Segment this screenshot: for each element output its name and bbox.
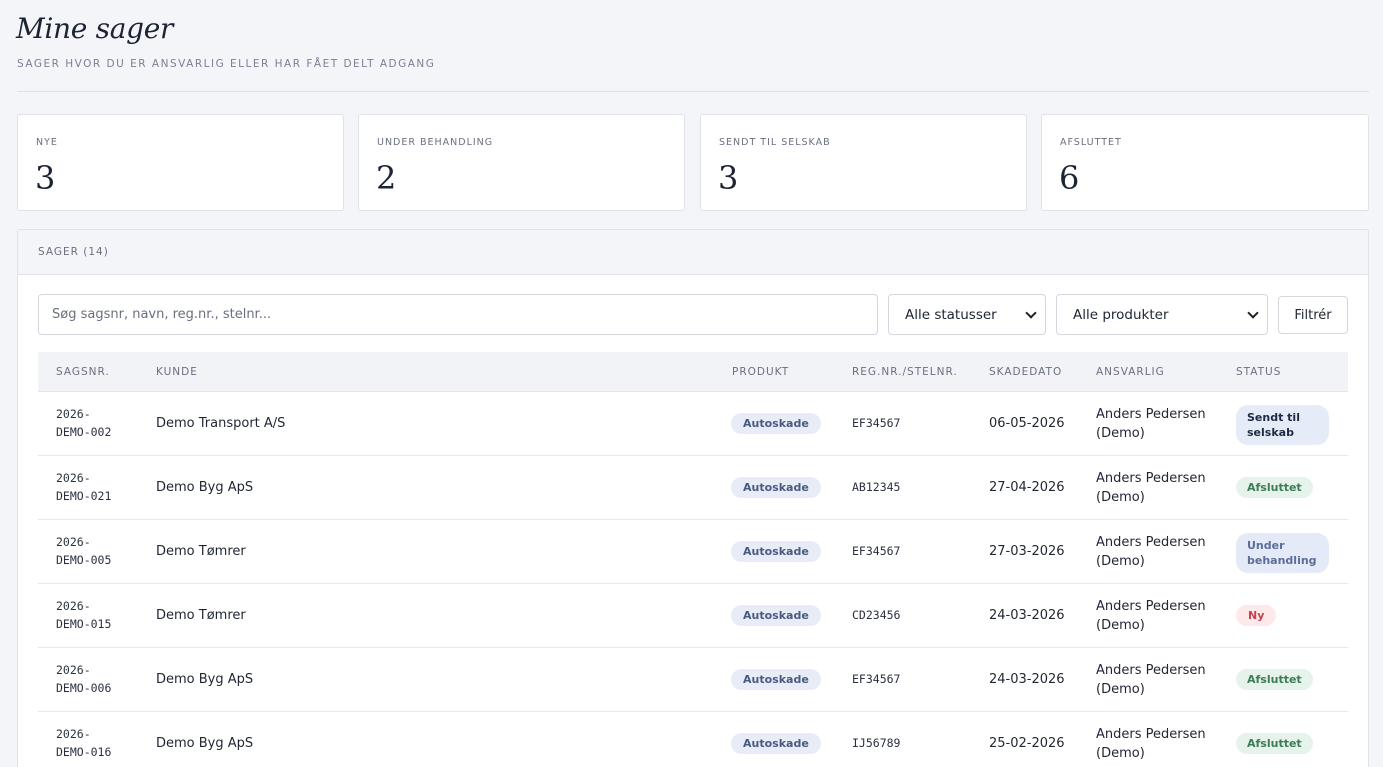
table-header: SAGSNR. KUNDE PRODUKT REG.NR./STELNR. SK…: [38, 352, 1348, 392]
customer-name: Demo Byg ApS: [156, 480, 254, 495]
table-row[interactable]: 2026- DEMO-002 Demo Transport A/S Autosk…: [38, 392, 1348, 456]
status-badge: Sendt til selskab: [1236, 405, 1329, 445]
product-badge: Autoskade: [731, 605, 821, 626]
th-status[interactable]: STATUS: [1236, 366, 1281, 378]
stat-value: 2: [376, 159, 397, 197]
filter-button[interactable]: Filtrér: [1278, 296, 1348, 334]
th-damage-date[interactable]: SKADEDATO: [989, 366, 1062, 378]
customer-name: Demo Tømrer: [156, 608, 246, 623]
stat-value: 6: [1059, 159, 1080, 197]
customer-name: Demo Byg ApS: [156, 672, 254, 687]
case-no[interactable]: 2026- DEMO-021: [56, 469, 111, 505]
damage-date: 24-03-2026: [989, 672, 1065, 687]
th-customer[interactable]: KUNDE: [156, 366, 198, 378]
status-badge: Under behandling: [1236, 533, 1329, 573]
reg-number: IJ56789: [852, 736, 901, 750]
damage-date: 24-03-2026: [989, 608, 1065, 623]
responsible: Anders Pedersen (Demo): [1096, 471, 1206, 505]
table-row[interactable]: 2026- DEMO-021 Demo Byg ApS Autoskade AB…: [38, 456, 1348, 520]
reg-number: EF34567: [852, 672, 901, 686]
product-select[interactable]: Alle produkter: [1056, 294, 1268, 335]
product-badge: Autoskade: [731, 669, 821, 690]
case-no[interactable]: 2026- DEMO-016: [56, 725, 111, 761]
status-badge: Afsluttet: [1236, 733, 1313, 754]
table-row[interactable]: 2026- DEMO-015 Demo Tømrer Autoskade CD2…: [38, 584, 1348, 648]
page-title: Mine sager: [16, 12, 174, 45]
stat-value: 3: [35, 159, 56, 197]
cases-panel: SAGER (14) Alle statusser Alle produkter…: [17, 229, 1369, 767]
status-badge: Ny: [1236, 605, 1277, 626]
reg-number: CD23456: [852, 608, 901, 622]
page-subtitle: SAGER HVOR DU ER ANSVARLIG ELLER HAR FÅE…: [17, 58, 436, 70]
customer-name: Demo Tømrer: [156, 544, 246, 559]
damage-date: 27-03-2026: [989, 544, 1065, 559]
search-input[interactable]: [38, 294, 878, 335]
th-case-no[interactable]: SAGSNR.: [56, 366, 110, 378]
product-badge: Autoskade: [731, 541, 821, 562]
table-row[interactable]: 2026- DEMO-016 Demo Byg ApS Autoskade IJ…: [38, 712, 1348, 767]
damage-date: 27-04-2026: [989, 480, 1065, 495]
case-no[interactable]: 2026- DEMO-015: [56, 597, 111, 633]
header-divider: [17, 91, 1369, 92]
panel-header: SAGER (14): [18, 230, 1368, 275]
stat-value: 3: [718, 159, 739, 197]
th-product[interactable]: PRODUKT: [732, 366, 789, 378]
status-select[interactable]: Alle statusser: [888, 294, 1046, 335]
reg-number: EF34567: [852, 544, 901, 558]
cases-table: SAGSNR. KUNDE PRODUKT REG.NR./STELNR. SK…: [38, 352, 1348, 767]
stat-card-afsluttet: AFSLUTTET 6: [1041, 114, 1369, 211]
stat-label: AFSLUTTET: [1060, 137, 1122, 148]
damage-date: 25-02-2026: [989, 736, 1065, 751]
case-no[interactable]: 2026- DEMO-005: [56, 533, 111, 569]
status-badge: Afsluttet: [1236, 477, 1313, 498]
product-badge: Autoskade: [731, 733, 821, 754]
responsible: Anders Pedersen (Demo): [1096, 407, 1206, 441]
stat-card-nye: NYE 3: [17, 114, 344, 211]
chevron-down-icon: [1247, 306, 1259, 319]
th-responsible[interactable]: ANSVARLIG: [1096, 366, 1165, 378]
case-no[interactable]: 2026- DEMO-006: [56, 661, 111, 697]
stat-card-under-behandling: UNDER BEHANDLING 2: [358, 114, 685, 211]
customer-name: Demo Byg ApS: [156, 736, 254, 751]
th-reg[interactable]: REG.NR./STELNR.: [852, 366, 958, 378]
responsible: Anders Pedersen (Demo): [1096, 535, 1206, 569]
reg-number: EF34567: [852, 416, 901, 430]
chevron-down-icon: [1025, 306, 1037, 319]
table-row[interactable]: 2026- DEMO-006 Demo Byg ApS Autoskade EF…: [38, 648, 1348, 712]
product-select-value: Alle produkter: [1073, 306, 1169, 323]
stat-card-sendt-til-selskab: SENDT TIL SELSKAB 3: [700, 114, 1027, 211]
stat-label: SENDT TIL SELSKAB: [719, 137, 831, 148]
status-badge: Afsluttet: [1236, 669, 1313, 690]
responsible: Anders Pedersen (Demo): [1096, 663, 1206, 697]
status-select-value: Alle statusser: [905, 306, 997, 323]
damage-date: 06-05-2026: [989, 416, 1065, 431]
product-badge: Autoskade: [731, 413, 821, 434]
table-row[interactable]: 2026- DEMO-005 Demo Tømrer Autoskade EF3…: [38, 520, 1348, 584]
product-badge: Autoskade: [731, 477, 821, 498]
responsible: Anders Pedersen (Demo): [1096, 727, 1206, 761]
stat-label: UNDER BEHANDLING: [377, 137, 494, 148]
stat-label: NYE: [36, 137, 58, 148]
responsible: Anders Pedersen (Demo): [1096, 599, 1206, 633]
panel-title: SAGER (14): [38, 246, 109, 258]
reg-number: AB12345: [852, 480, 901, 494]
customer-name: Demo Transport A/S: [156, 416, 286, 431]
case-no[interactable]: 2026- DEMO-002: [56, 405, 111, 441]
